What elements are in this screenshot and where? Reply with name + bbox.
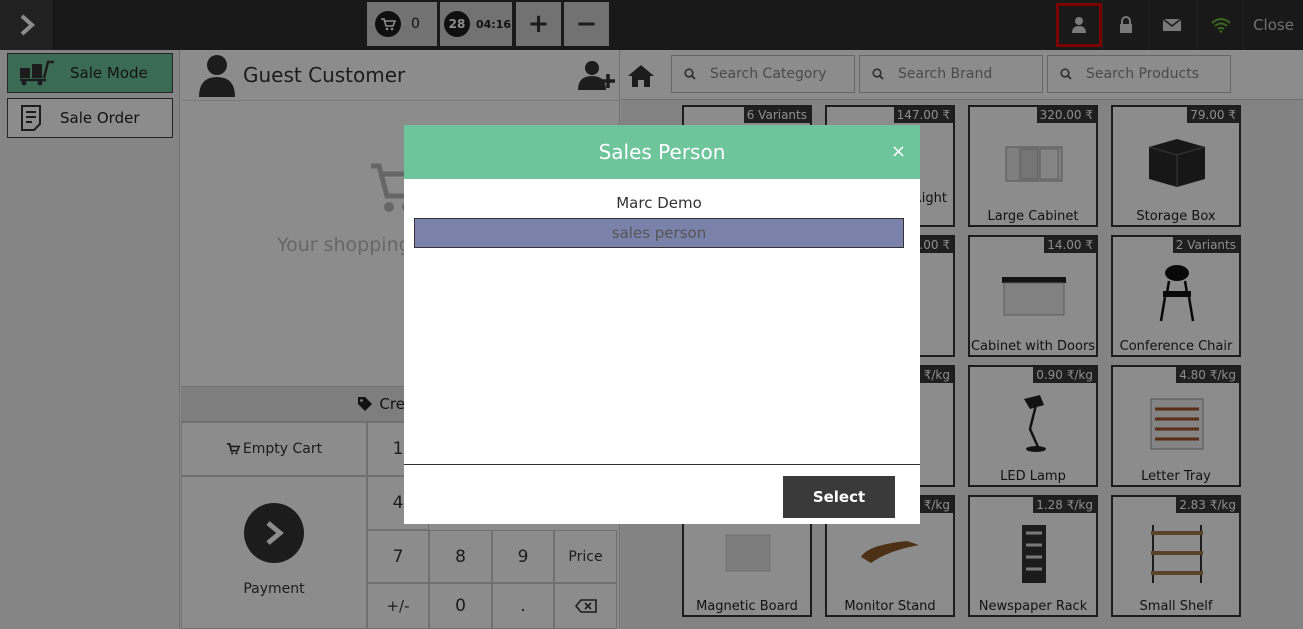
- sales-person-dialog: Sales Person × Marc Demo sales person Se…: [404, 125, 920, 524]
- select-button[interactable]: Select: [783, 476, 895, 518]
- dialog-header: Sales Person ×: [404, 125, 920, 179]
- dialog-title: Sales Person: [598, 140, 726, 164]
- sales-person-option[interactable]: Marc Demo: [414, 188, 904, 218]
- dialog-close-button[interactable]: ×: [891, 141, 906, 162]
- sales-person-option-selected[interactable]: sales person: [414, 218, 904, 248]
- dialog-footer: Select: [404, 464, 920, 524]
